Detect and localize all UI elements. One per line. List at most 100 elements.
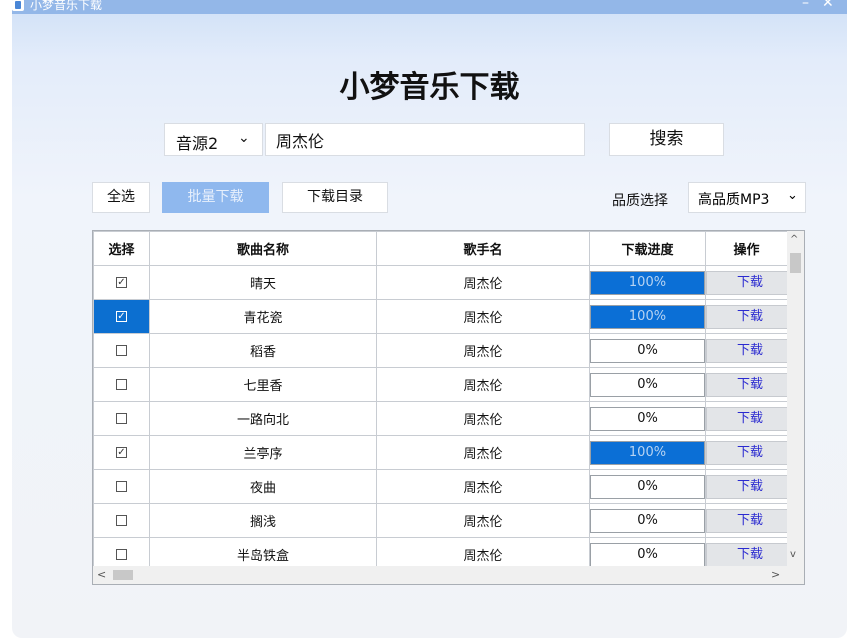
artist-cell: 周杰伦 — [376, 367, 590, 402]
progress-cell: 100% — [589, 299, 706, 334]
column-header-artist[interactable]: 歌手名 — [376, 231, 590, 266]
progress-text: 0% — [637, 376, 658, 392]
row-checkbox[interactable] — [116, 413, 127, 424]
table-header-row: 选择 歌曲名称 歌手名 下载进度 操作 — [93, 231, 788, 266]
select-all-button[interactable]: 全选 — [92, 182, 150, 213]
source-select[interactable]: 音源2 ⌄ — [164, 123, 263, 156]
select-cell[interactable]: ✓ — [93, 265, 150, 300]
horizontal-scroll-thumb[interactable] — [113, 570, 133, 580]
progress-bar: 100% — [590, 270, 705, 295]
select-cell[interactable] — [93, 367, 150, 402]
table-row[interactable]: ✓ 兰亭序 周杰伦 100% 下载 — [93, 435, 794, 470]
music-note-icon — [12, 0, 24, 11]
table-row[interactable]: 七里香 周杰伦 0% 下载 — [93, 367, 794, 402]
minimize-icon[interactable]: – — [802, 0, 809, 10]
song-name-cell: 兰亭序 — [149, 435, 377, 470]
app-window: 小梦音乐下载 – ✕ 小梦音乐下载 音源2 ⌄ 搜索 全选 批量下载 下载目录 … — [12, 0, 847, 638]
row-checkbox[interactable] — [116, 481, 127, 492]
progress-text: 0% — [637, 478, 658, 494]
progress-cell: 0% — [589, 503, 706, 538]
progress-text: 0% — [637, 546, 658, 562]
vertical-scrollbar[interactable]: ^ v — [787, 231, 804, 566]
progress-bar: 0% — [590, 508, 705, 533]
row-checkbox[interactable]: ✓ — [116, 277, 127, 288]
song-name-cell: 稻香 — [149, 333, 377, 368]
artist-cell: 周杰伦 — [376, 265, 590, 300]
progress-cell: 0% — [589, 367, 706, 402]
song-name-cell: 搁浅 — [149, 503, 377, 538]
scrollbar-corner — [787, 566, 804, 584]
table-row[interactable]: ✓ 晴天 周杰伦 100% 下载 — [93, 265, 794, 300]
table-row[interactable]: ✓ 青花瓷 周杰伦 100% 下载 — [93, 299, 794, 334]
action-cell: 下载 — [705, 367, 794, 402]
title-bar[interactable]: 小梦音乐下载 – ✕ — [12, 0, 847, 14]
action-cell: 下载 — [705, 503, 794, 538]
row-checkbox[interactable] — [116, 515, 127, 526]
artist-cell: 周杰伦 — [376, 435, 590, 470]
quality-select[interactable]: 高品质MP3 ⌄ — [688, 182, 806, 213]
scroll-up-icon[interactable]: ^ — [790, 234, 798, 245]
select-cell[interactable]: ✓ — [93, 299, 150, 334]
row-checkbox[interactable] — [116, 549, 127, 560]
row-checkbox[interactable] — [116, 379, 127, 390]
artist-cell: 周杰伦 — [376, 503, 590, 538]
scroll-down-icon[interactable]: v — [790, 549, 796, 560]
download-button[interactable]: 下载 — [706, 338, 794, 363]
action-cell: 下载 — [705, 333, 794, 368]
batch-download-button[interactable]: 批量下载 — [162, 182, 269, 213]
download-button[interactable]: 下载 — [706, 304, 794, 329]
progress-cell: 100% — [589, 265, 706, 300]
scroll-thumb[interactable] — [790, 253, 801, 273]
select-cell[interactable]: ✓ — [93, 435, 150, 470]
search-button[interactable]: 搜索 — [609, 123, 724, 156]
progress-cell: 0% — [589, 469, 706, 504]
table-row[interactable]: 搁浅 周杰伦 0% 下载 — [93, 503, 794, 538]
scroll-left-icon[interactable]: < — [97, 568, 106, 581]
action-cell: 下载 — [705, 435, 794, 470]
column-header-select[interactable]: 选择 — [93, 231, 150, 266]
table-row[interactable]: 一路向北 周杰伦 0% 下载 — [93, 401, 794, 436]
column-header-progress[interactable]: 下载进度 — [589, 231, 706, 266]
column-header-song-name[interactable]: 歌曲名称 — [149, 231, 377, 266]
select-cell[interactable] — [93, 469, 150, 504]
download-directory-button[interactable]: 下载目录 — [282, 182, 388, 213]
download-button[interactable]: 下载 — [706, 372, 794, 397]
scroll-right-icon[interactable]: > — [771, 568, 780, 581]
select-cell[interactable] — [93, 401, 150, 436]
download-button[interactable]: 下载 — [706, 440, 794, 465]
action-cell: 下载 — [705, 401, 794, 436]
song-name-cell: 青花瓷 — [149, 299, 377, 334]
horizontal-scrollbar[interactable]: < > — [93, 566, 787, 584]
chevron-down-icon: ⌄ — [787, 188, 798, 203]
action-cell: 下载 — [705, 265, 794, 300]
progress-text: 100% — [628, 444, 667, 460]
progress-text: 100% — [628, 274, 667, 290]
close-icon[interactable]: ✕ — [822, 0, 834, 10]
progress-bar: 0% — [590, 474, 705, 499]
progress-bar: 0% — [590, 338, 705, 363]
row-checkbox[interactable]: ✓ — [116, 311, 127, 322]
page-title: 小梦音乐下载 — [339, 70, 520, 105]
song-name-cell: 一路向北 — [149, 401, 377, 436]
table-row[interactable]: 稻香 周杰伦 0% 下载 — [93, 333, 794, 368]
download-button[interactable]: 下载 — [706, 542, 794, 567]
download-button[interactable]: 下载 — [706, 508, 794, 533]
song-name-cell: 七里香 — [149, 367, 377, 402]
progress-cell: 0% — [589, 401, 706, 436]
artist-cell: 周杰伦 — [376, 469, 590, 504]
progress-text: 100% — [628, 308, 667, 324]
progress-cell: 100% — [589, 435, 706, 470]
download-button[interactable]: 下载 — [706, 406, 794, 431]
search-input[interactable] — [265, 123, 585, 156]
column-header-action[interactable]: 操作 — [705, 231, 788, 266]
select-cell[interactable] — [93, 503, 150, 538]
action-cell: 下载 — [705, 469, 794, 504]
progress-cell: 0% — [589, 333, 706, 368]
table-row[interactable]: 夜曲 周杰伦 0% 下载 — [93, 469, 794, 504]
download-button[interactable]: 下载 — [706, 270, 794, 295]
row-checkbox[interactable] — [116, 345, 127, 356]
select-cell[interactable] — [93, 333, 150, 368]
row-checkbox[interactable]: ✓ — [116, 447, 127, 458]
progress-bar: 100% — [590, 440, 705, 465]
download-button[interactable]: 下载 — [706, 474, 794, 499]
